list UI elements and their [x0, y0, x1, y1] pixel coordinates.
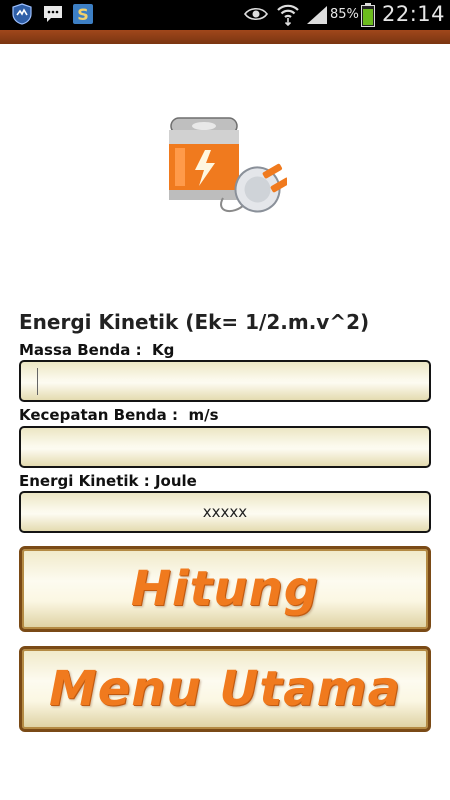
velocity-label: Kecepatan Benda : m/s — [19, 406, 219, 424]
text-cursor — [37, 368, 38, 395]
page-title: Energi Kinetik (Ek= 1/2.m.v^2) — [19, 310, 370, 334]
app-shield-icon — [11, 3, 33, 29]
signal-icon — [306, 5, 328, 29]
main-menu-button-label: Menu Utama — [48, 661, 402, 717]
svg-text:S: S — [77, 5, 89, 24]
status-bar: S 85% 22:14 — [0, 0, 450, 30]
battery-percent: 85% — [330, 7, 359, 22]
velocity-input[interactable] — [19, 426, 431, 468]
main-menu-button[interactable]: Menu Utama — [19, 646, 431, 732]
mass-input[interactable] — [19, 360, 431, 402]
s-app-icon: S — [72, 3, 94, 29]
clock: 22:14 — [382, 2, 446, 26]
calculate-button[interactable]: Hitung — [19, 546, 431, 632]
result-label: Energi Kinetik : Joule — [19, 472, 197, 490]
battery-plug-icon — [163, 112, 291, 224]
eye-icon — [244, 5, 268, 27]
chat-bubble-icon — [42, 3, 64, 29]
result-field[interactable] — [19, 491, 431, 533]
battery-icon — [361, 3, 375, 31]
header-bar — [0, 30, 450, 44]
mass-label: Massa Benda : Kg — [19, 341, 175, 359]
calculate-button-label: Hitung — [130, 561, 320, 617]
wifi-icon — [276, 2, 300, 30]
